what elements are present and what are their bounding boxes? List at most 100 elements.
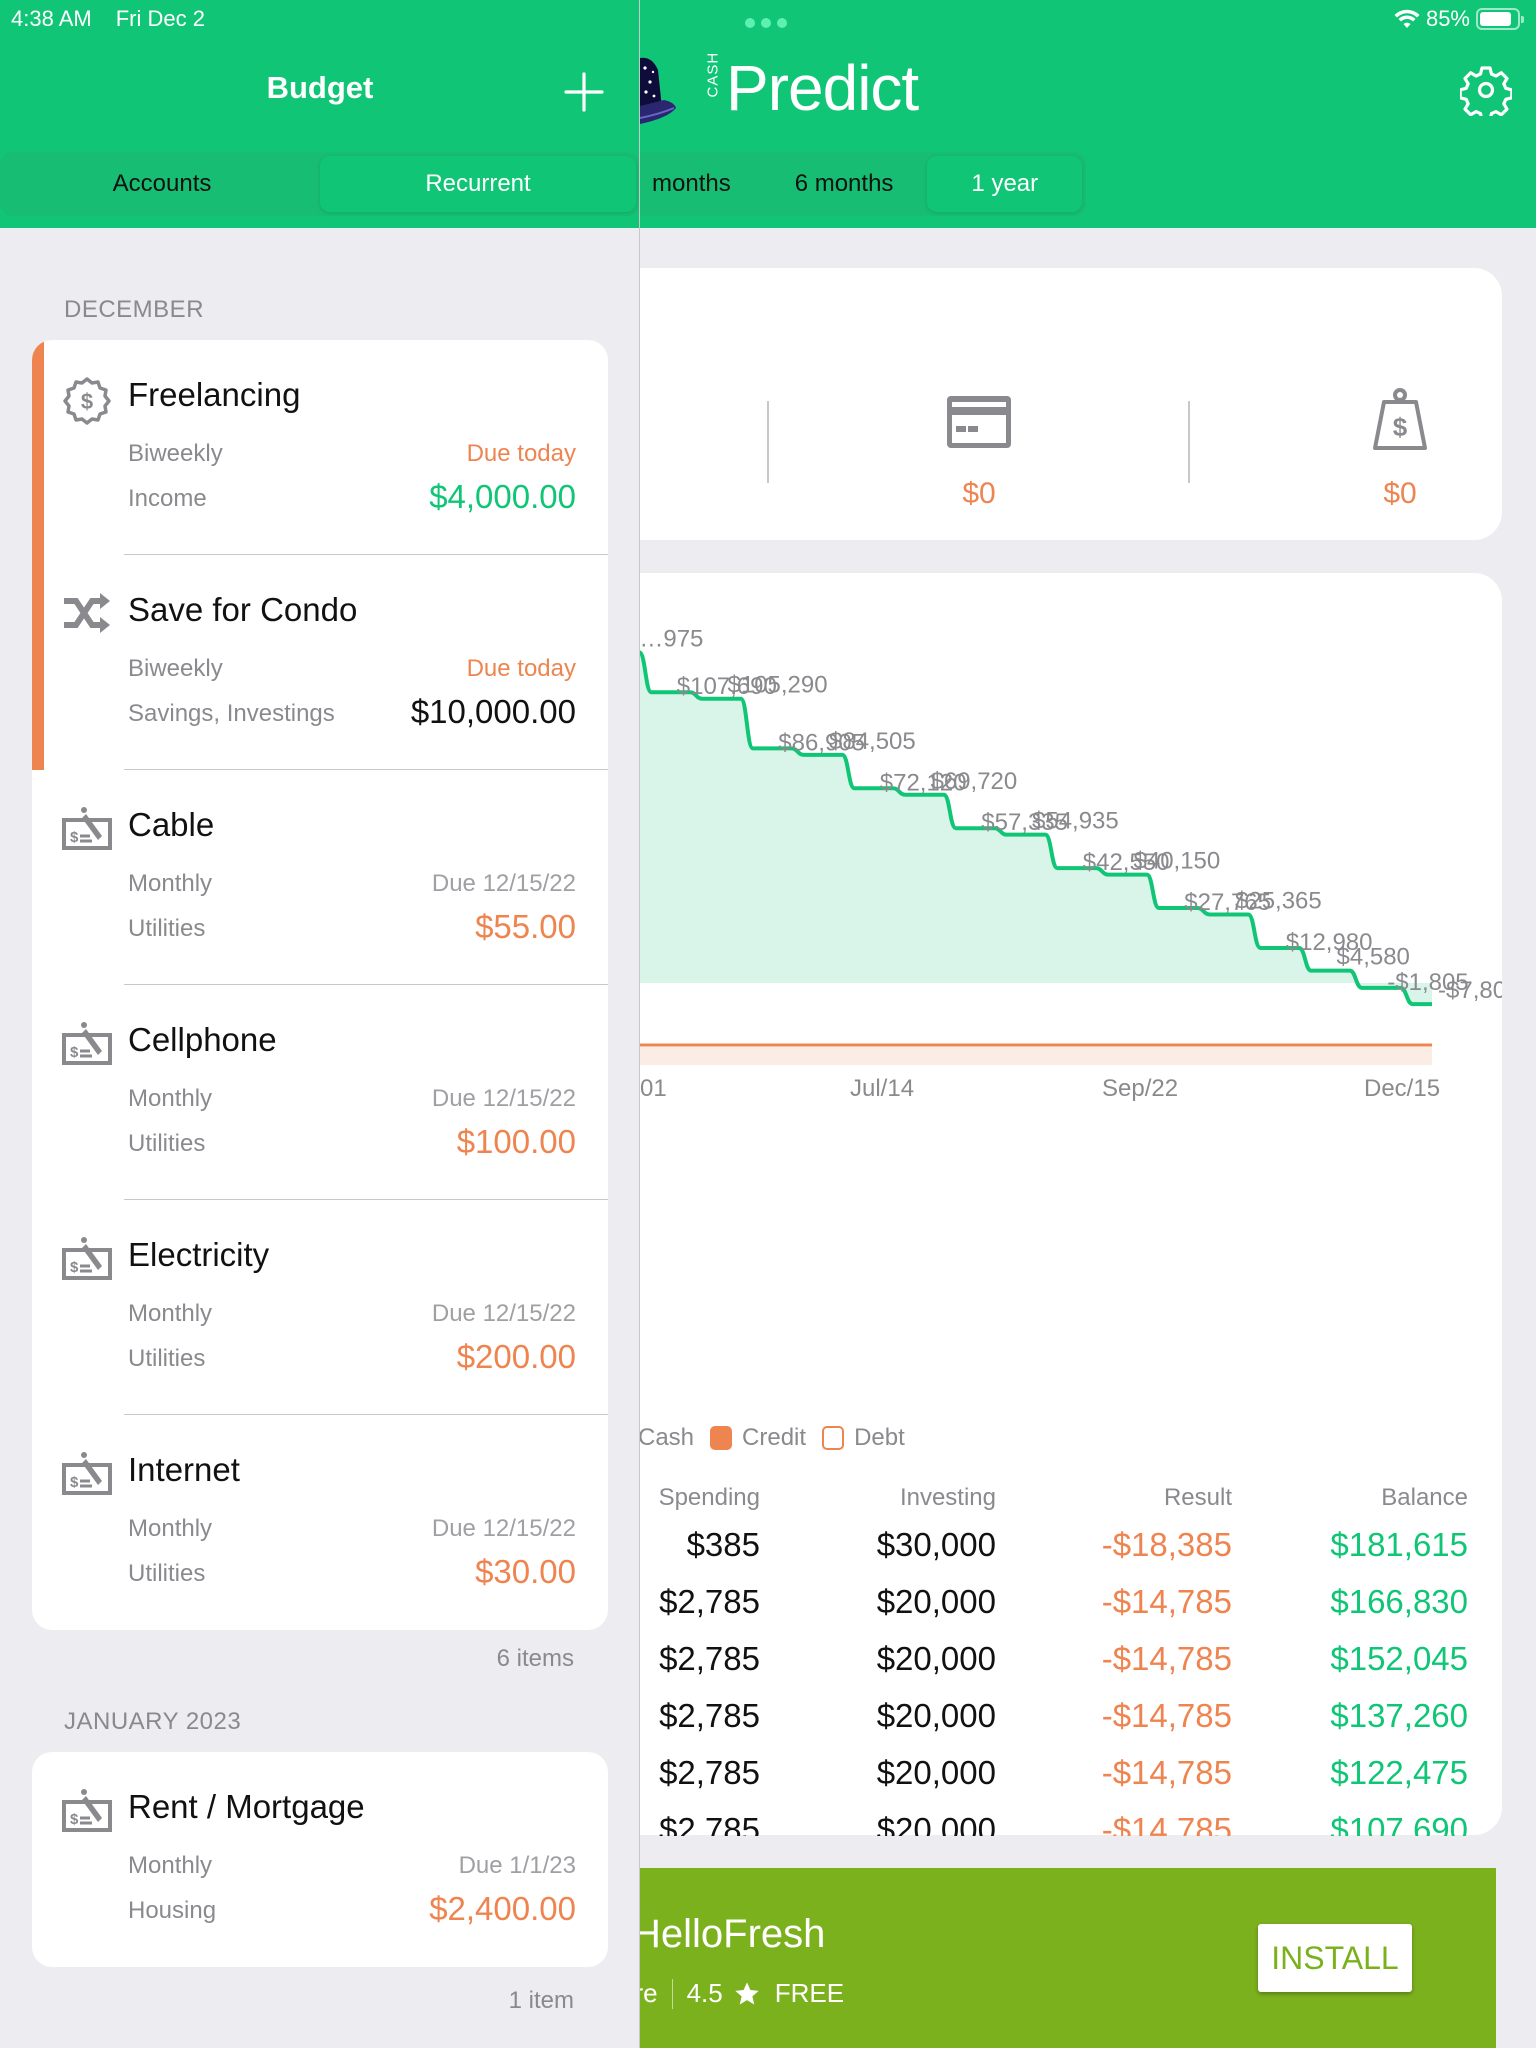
legend-debt-label: Debt (854, 1424, 905, 1452)
item-frequency: Monthly (128, 1085, 212, 1113)
bill-check-icon: $ (62, 1451, 112, 1495)
item-category: Utilities (128, 1345, 205, 1373)
january-list: $Rent / MortgageMonthlyHousingDue 1/1/23… (32, 1752, 608, 1967)
chart-legend: Cash Credit Debt (640, 1424, 905, 1452)
forecast-table: Spending Investing Result Balance $385$3… (640, 1480, 1502, 1836)
item-due: Due 12/15/22 (432, 870, 576, 898)
recurrent-item[interactable]: $FreelancingBiweeklyIncomeDue today$4,00… (32, 340, 608, 555)
multitasking-handle[interactable] (745, 18, 787, 28)
range-tab-1-year[interactable]: 1 year (927, 156, 1082, 212)
forecast-chart: $…975$107,690$105,290$86,905$84,505$72,1… (640, 573, 1502, 1403)
investing-cell: $20,000 (760, 1687, 996, 1744)
legend-cash-label: Cash (640, 1424, 694, 1452)
tab-label: Accounts (113, 170, 212, 198)
result-cell: -$14,785 (996, 1801, 1232, 1836)
battery-percent: 85% (1426, 6, 1470, 32)
item-name: Cable (128, 806, 214, 844)
svg-text:$: $ (70, 1474, 79, 1491)
table-row: $385$30,000-$18,385$181,615 (640, 1516, 1502, 1573)
shuffle-transfer-icon (62, 591, 112, 635)
sidebar-header: 4:38 AM Fri Dec 2 Budget Accounts Recurr… (0, 0, 640, 228)
recurrent-item[interactable]: $CableMonthlyUtilitiesDue 12/15/22$55.00 (32, 770, 608, 985)
svg-text:$: $ (70, 1044, 79, 1061)
item-category: Utilities (128, 1560, 205, 1588)
item-name: Electricity (128, 1236, 269, 1274)
col-result: Result (996, 1480, 1232, 1516)
ad-meta: ore 4.5 FREE (640, 1978, 844, 2009)
tab-accounts[interactable]: Accounts (4, 156, 320, 212)
range-tab-6-months[interactable]: 6 months (761, 156, 928, 212)
logo-predict-text: Predict (726, 51, 918, 125)
x-tick-label: 01 (640, 1075, 667, 1102)
debt-weight-icon: $ (1365, 386, 1435, 456)
svg-text:$: $ (1393, 412, 1408, 442)
item-frequency: Monthly (128, 870, 212, 898)
wizard-hat-icon (640, 48, 700, 128)
range-tab-months[interactable]: months (644, 156, 761, 212)
cash-data-label: $84,505 (829, 728, 916, 755)
item-category: Utilities (128, 1130, 205, 1158)
ad-separator (672, 1979, 673, 2009)
tab-recurrent[interactable]: Recurrent (320, 156, 636, 212)
col-spending: Spending (640, 1480, 760, 1516)
investing-cell: $20,000 (760, 1801, 996, 1836)
x-tick-label: Dec/15 (1364, 1075, 1440, 1102)
spending-cell: $2,785 (640, 1801, 760, 1836)
bill-check-icon: $ (62, 806, 112, 850)
cash-data-label: $…975 (640, 625, 703, 652)
result-cell: -$18,385 (996, 1516, 1232, 1573)
svg-text:$: $ (70, 1811, 79, 1828)
cash-data-label: -$7,805 (1438, 977, 1502, 1004)
section-count: 6 items (497, 1645, 574, 1673)
plus-icon[interactable] (562, 70, 606, 114)
status-indicators: 85% (1394, 6, 1520, 32)
table-row: $2,785$20,000-$14,785$152,045 (640, 1630, 1502, 1687)
battery-icon (1476, 8, 1520, 30)
app-logo: CASH Predict (640, 48, 918, 128)
investing-cell: $20,000 (760, 1630, 996, 1687)
item-amount: $2,400.00 (429, 1890, 576, 1928)
item-amount: $30.00 (475, 1553, 576, 1591)
ad-banner[interactable]: HelloFresh ore 4.5 FREE INSTALL (640, 1868, 1496, 2048)
item-due: Due 12/15/22 (432, 1300, 576, 1328)
cash-data-label: $25,365 (1235, 888, 1322, 915)
item-due: Due 12/15/22 (432, 1515, 576, 1543)
due-indicator (32, 340, 44, 555)
balance-cell: $166,830 (1232, 1573, 1468, 1630)
table-row: $2,785$20,000-$14,785$122,475 (640, 1744, 1502, 1801)
cash-data-label: $4,580 (1337, 944, 1410, 971)
recurrent-item[interactable]: $Rent / MortgageMonthlyHousingDue 1/1/23… (32, 1752, 608, 1967)
recurrent-item[interactable]: $CellphoneMonthlyUtilitiesDue 12/15/22$1… (32, 985, 608, 1200)
item-amount: $200.00 (457, 1338, 576, 1376)
cash-data-label: $69,720 (931, 768, 1018, 795)
legend-credit-label: Credit (742, 1424, 806, 1452)
section-count: 1 item (509, 1987, 574, 2015)
item-frequency: Biweekly (128, 440, 223, 468)
balance-cell: $152,045 (1232, 1630, 1468, 1687)
result-cell: -$14,785 (996, 1573, 1232, 1630)
credit-total: $0 (909, 477, 1049, 511)
gear-icon[interactable] (1460, 64, 1512, 116)
section-label-december: DECEMBER (64, 296, 204, 324)
summary-card: $0 $ $0 (640, 268, 1502, 540)
recurrent-item[interactable]: Save for CondoBiweeklySavings, Investing… (32, 555, 608, 770)
item-due: Due today (467, 655, 576, 683)
item-frequency: Monthly (128, 1515, 212, 1543)
svg-text:$: $ (70, 829, 79, 846)
item-category: Housing (128, 1897, 216, 1925)
item-name: Cellphone (128, 1021, 277, 1059)
balance-cell: $181,615 (1232, 1516, 1468, 1573)
credit-card-icon (944, 386, 1014, 456)
spending-cell: $2,785 (640, 1573, 760, 1630)
recurrent-item[interactable]: $ElectricityMonthlyUtilitiesDue 12/15/22… (32, 1200, 608, 1415)
install-button[interactable]: INSTALL (1258, 1924, 1412, 1992)
table-row: $2,785$20,000-$14,785$137,260 (640, 1687, 1502, 1744)
recurrent-item[interactable]: $InternetMonthlyUtilitiesDue 12/15/22$30… (32, 1415, 608, 1630)
result-cell: -$14,785 (996, 1687, 1232, 1744)
spending-cell: $2,785 (640, 1687, 760, 1744)
december-list: $FreelancingBiweeklyIncomeDue today$4,00… (32, 340, 608, 1630)
spending-cell: $2,785 (640, 1744, 760, 1801)
debt-band (640, 1047, 1432, 1065)
result-cell: -$14,785 (996, 1744, 1232, 1801)
summary-credit: $0 (909, 386, 1049, 511)
